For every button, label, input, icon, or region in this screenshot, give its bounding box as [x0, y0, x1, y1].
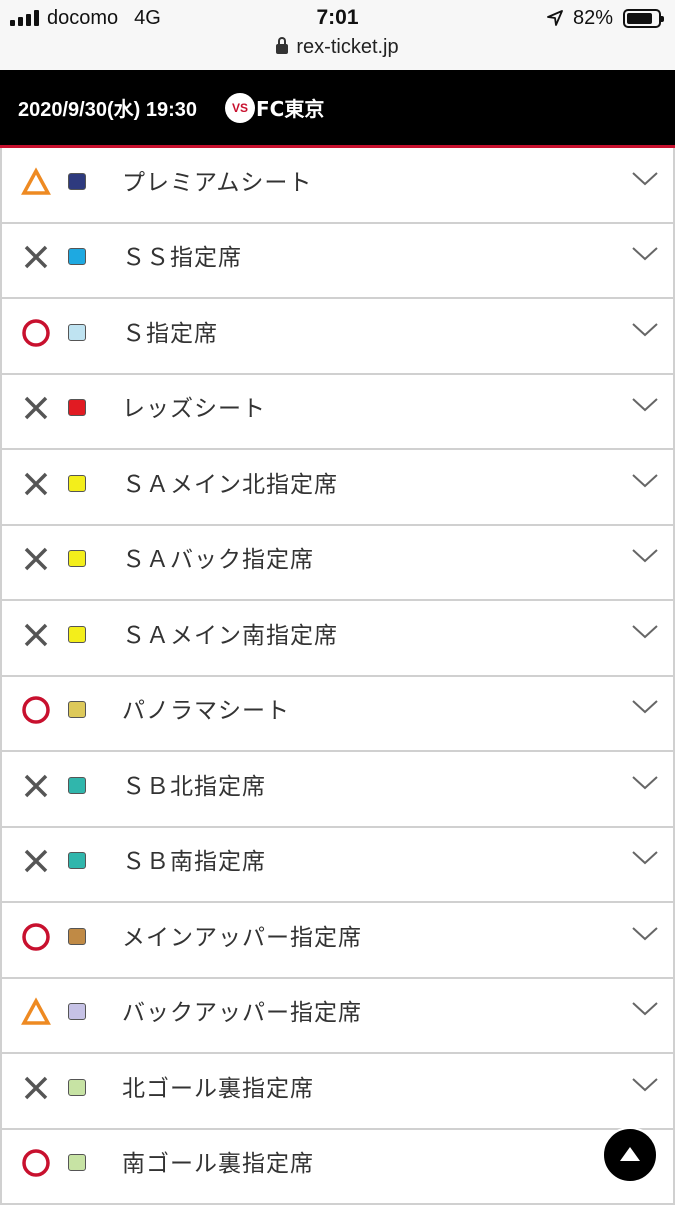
url-bar[interactable]: rex-ticket.jp — [0, 36, 675, 59]
circle-icon — [20, 921, 52, 953]
seat-color-swatch — [68, 475, 86, 492]
cross-icon — [20, 241, 52, 273]
seat-name: ＳＢ南指定席 — [122, 842, 266, 876]
chevron-down-icon[interactable] — [631, 698, 659, 716]
seat-name: ＳＢ北指定席 — [122, 767, 266, 801]
seat-name: メインアッパー指定席 — [122, 918, 362, 952]
seat-name: レッズシート — [122, 389, 266, 423]
cross-icon — [20, 1072, 52, 1104]
seat-name: Ｓ指定席 — [122, 314, 218, 348]
seat-row[interactable]: Ｓ指定席 — [0, 299, 675, 375]
match-date: 2020/9/30(水) 19:30 — [18, 93, 197, 122]
chevron-down-icon[interactable] — [631, 321, 659, 339]
seat-row[interactable]: 北ゴール裏指定席 — [0, 1054, 675, 1130]
seat-row[interactable]: ＳＢ北指定席 — [0, 752, 675, 828]
seat-name: ＳＡメイン南指定席 — [122, 616, 338, 650]
seat-color-swatch — [68, 324, 86, 341]
seat-row[interactable]: ＳＡメイン北指定席 — [0, 450, 675, 526]
cross-icon — [20, 468, 52, 500]
seat-name: 南ゴール裏指定席 — [122, 1144, 314, 1178]
cross-icon — [20, 619, 52, 651]
cross-icon — [20, 543, 52, 575]
cross-icon — [20, 392, 52, 424]
chevron-down-icon[interactable] — [631, 925, 659, 943]
seat-name: バックアッパー指定席 — [122, 993, 362, 1027]
seat-color-swatch — [68, 1079, 86, 1096]
seat-row[interactable]: ＳＳ指定席 — [0, 224, 675, 300]
chevron-down-icon[interactable] — [631, 170, 659, 188]
chevron-down-icon[interactable] — [631, 547, 659, 565]
battery-icon — [623, 9, 661, 28]
seat-name: ＳＡバック指定席 — [122, 540, 314, 574]
opponent-name: FC東京 — [256, 93, 324, 122]
circle-icon — [20, 1147, 52, 1179]
chevron-down-icon[interactable] — [631, 1000, 659, 1018]
location-arrow-icon — [547, 10, 563, 26]
seat-row[interactable]: メインアッパー指定席 — [0, 903, 675, 979]
circle-icon — [20, 317, 52, 349]
lock-icon — [276, 44, 288, 54]
seat-color-swatch — [68, 852, 86, 869]
triangle-icon — [20, 996, 52, 1028]
status-right: 82% — [547, 6, 661, 30]
match-header: 2020/9/30(水) 19:30 VS FC東京 — [0, 70, 675, 148]
seat-row[interactable]: レッズシート — [0, 375, 675, 451]
chevron-down-icon[interactable] — [631, 623, 659, 641]
seat-color-swatch — [68, 173, 86, 190]
seat-color-swatch — [68, 626, 86, 643]
seat-color-swatch — [68, 777, 86, 794]
seat-row[interactable]: 南ゴール裏指定席 — [0, 1130, 675, 1205]
seat-name: 北ゴール裏指定席 — [122, 1069, 314, 1103]
seat-row[interactable]: パノラマシート — [0, 677, 675, 753]
seat-name: パノラマシート — [122, 691, 290, 725]
chevron-down-icon[interactable] — [631, 472, 659, 490]
arrow-up-icon — [620, 1147, 640, 1161]
vs-badge: VS — [225, 93, 255, 123]
seat-row[interactable]: プレミアムシート — [0, 148, 675, 224]
seat-name: ＳＳ指定席 — [122, 238, 242, 272]
seat-row[interactable]: ＳＡメイン南指定席 — [0, 601, 675, 677]
seat-row[interactable]: バックアッパー指定席 — [0, 979, 675, 1055]
seat-color-swatch — [68, 399, 86, 416]
chevron-down-icon[interactable] — [631, 396, 659, 414]
scroll-to-top-button[interactable] — [602, 1127, 658, 1183]
seat-color-swatch — [68, 701, 86, 718]
triangle-icon — [20, 166, 52, 198]
seat-list: プレミアムシート ＳＳ指定席 Ｓ指定席レッズシート ＳＡメイン北指定席 ＳＡバック指定席… — [0, 148, 675, 1205]
circle-icon — [20, 694, 52, 726]
seat-color-swatch — [68, 1003, 86, 1020]
chevron-down-icon[interactable] — [631, 245, 659, 263]
seat-row[interactable]: ＳＡバック指定席 — [0, 526, 675, 602]
battery-percent: 82% — [573, 7, 613, 30]
seat-row[interactable]: ＳＢ南指定席 — [0, 828, 675, 904]
url-text: rex-ticket.jp — [296, 36, 398, 58]
chevron-down-icon[interactable] — [631, 1076, 659, 1094]
chevron-down-icon[interactable] — [631, 849, 659, 867]
status-bar: docomo 4G 7:01 82% rex-ticket.jp — [0, 0, 675, 70]
seat-color-swatch — [68, 928, 86, 945]
seat-name: プレミアムシート — [122, 163, 312, 197]
cross-icon — [20, 770, 52, 802]
chevron-down-icon[interactable] — [631, 774, 659, 792]
cross-icon — [20, 845, 52, 877]
seat-color-swatch — [68, 550, 86, 567]
seat-color-swatch — [68, 248, 86, 265]
seat-color-swatch — [68, 1154, 86, 1171]
seat-name: ＳＡメイン北指定席 — [122, 465, 338, 499]
